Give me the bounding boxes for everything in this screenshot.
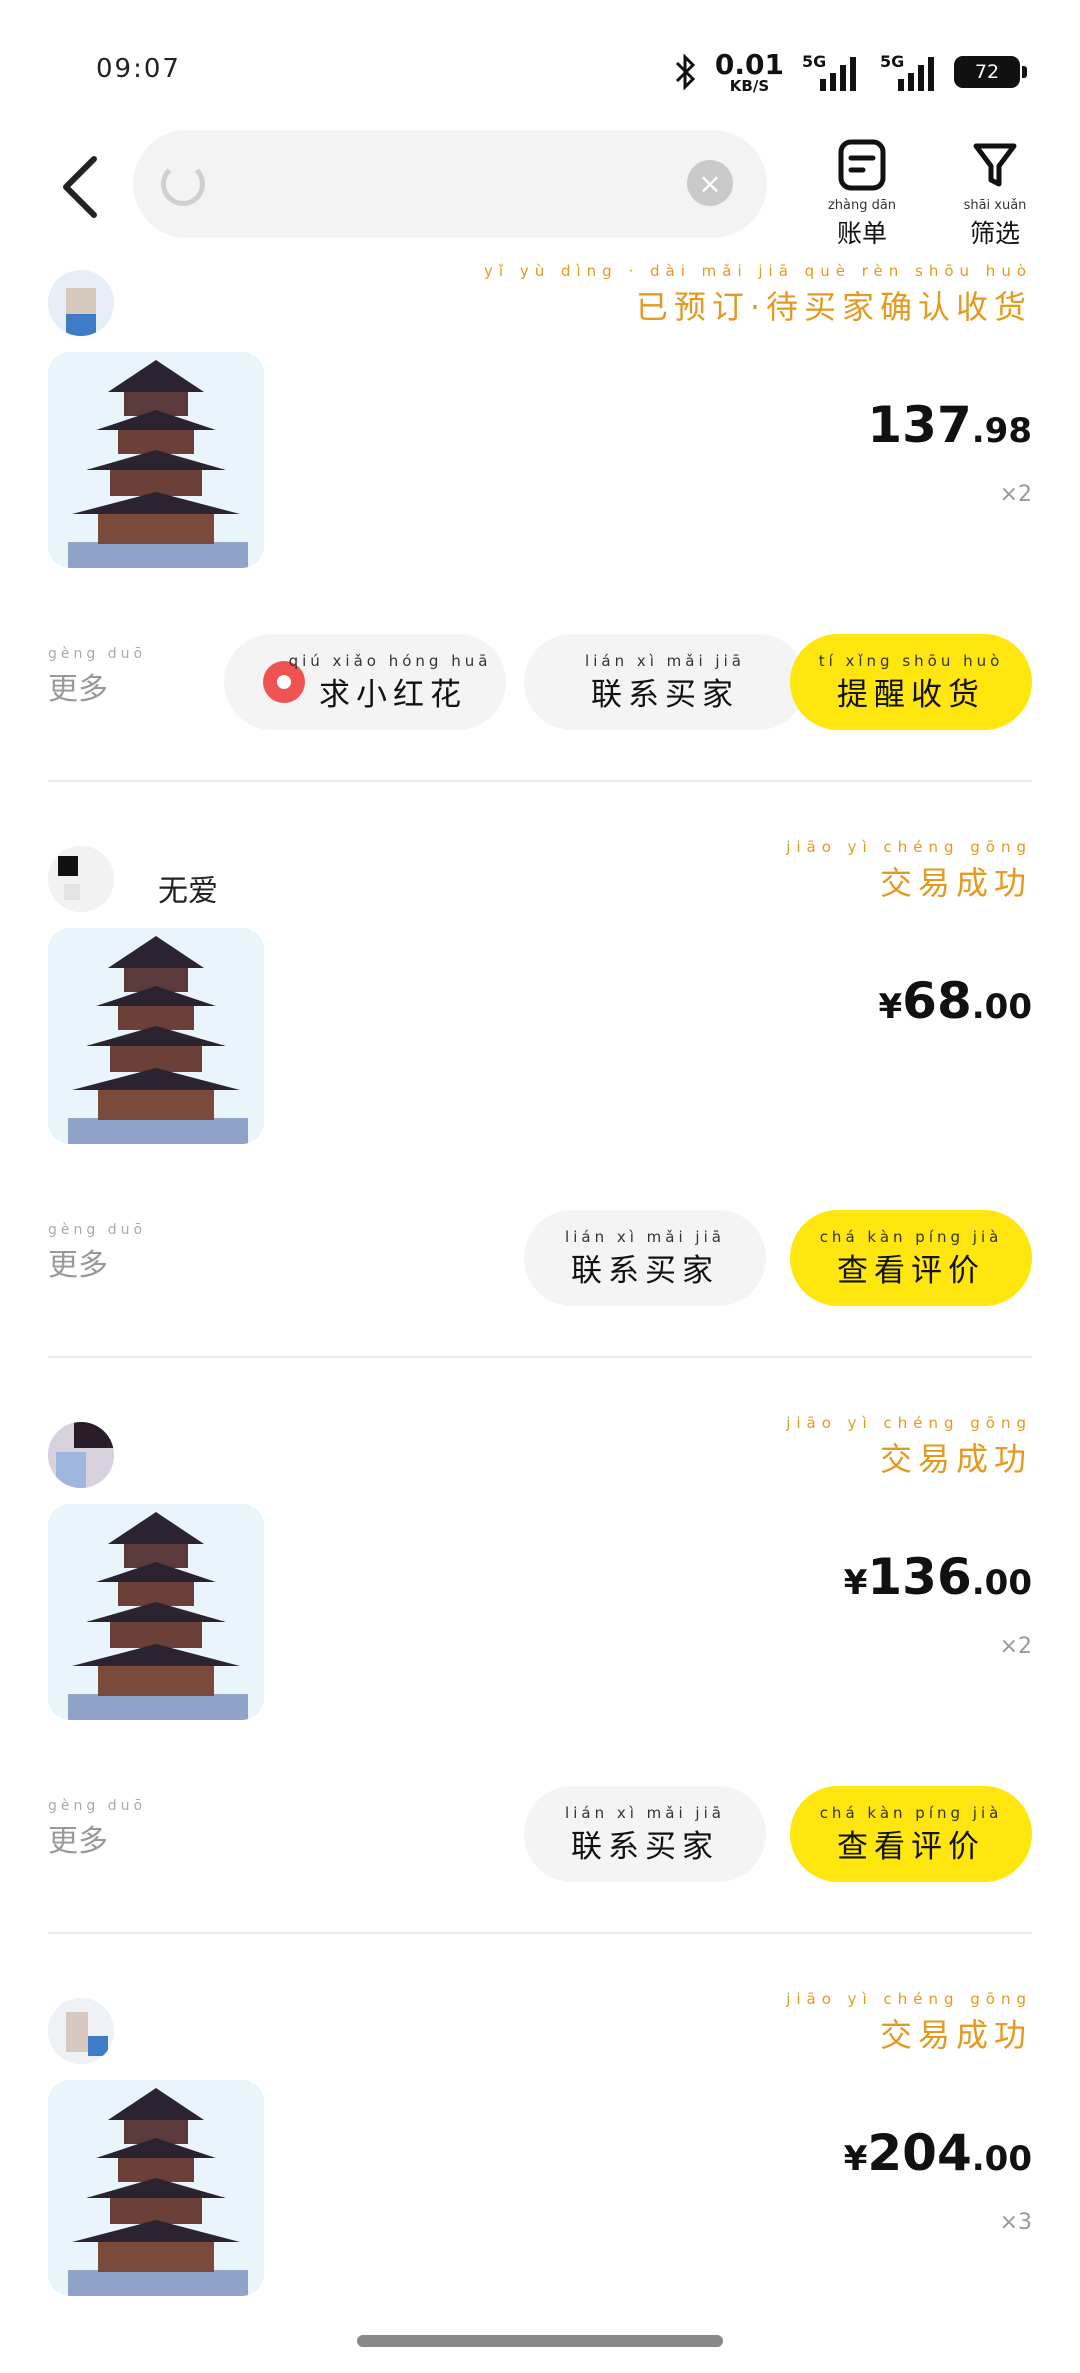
chevron-left-icon: [63, 156, 97, 218]
order-card[interactable]: jiāo yì chéng gōng 交易成功 ¥136.00 ×2 gèng …: [48, 1414, 1032, 1934]
order-card[interactable]: yǐ yù dìng · dài mǎi jiā què rèn shōu hu…: [48, 262, 1032, 782]
pagoda-image: [48, 2080, 264, 2296]
avatar[interactable]: [48, 846, 114, 912]
status-icons: 0.01 KB/S 5G 5G 72: [673, 47, 1027, 96]
divider: [48, 780, 1032, 782]
avatar[interactable]: [48, 1422, 114, 1488]
top-bar: × zhàng dān 账单 shāi xuǎn 筛选: [0, 130, 1080, 250]
status-pinyin: jiāo yì chéng gōng: [786, 838, 1032, 856]
loading-spinner-icon: [161, 162, 205, 206]
contact-buyer-button[interactable]: lián xì mǎi jiā 联系买家: [524, 1210, 766, 1306]
back-button[interactable]: [50, 152, 110, 222]
product-row[interactable]: ¥136.00 ×2: [48, 1504, 1032, 1724]
filter-button[interactable]: shāi xuǎn 筛选: [950, 132, 1040, 250]
close-icon: ×: [698, 166, 722, 200]
product-row[interactable]: ¥204.00 ×3: [48, 2080, 1032, 2300]
divider: [48, 1932, 1032, 1934]
quantity: ×2: [999, 482, 1032, 507]
clock: 09:07: [96, 54, 181, 84]
order-status: 交易成功: [879, 2016, 1032, 2054]
avatar[interactable]: [48, 270, 114, 336]
status-bar: 09:07 0.01 KB/S 5G 5G 72: [0, 0, 1080, 130]
signal-5g-icon: 5G: [802, 52, 856, 91]
filter-icon: [973, 143, 1017, 187]
product-thumbnail[interactable]: [48, 1504, 264, 1720]
view-review-button[interactable]: chá kàn píng jià 查看评价: [790, 1210, 1032, 1306]
bluetooth-icon: [675, 53, 696, 91]
svg-text:5G: 5G: [802, 52, 826, 71]
signal-5g-icon: 5G: [880, 52, 934, 91]
seller-name[interactable]: 无爱: [158, 866, 218, 910]
ask-red-flower-button[interactable]: qiú xiǎo hóng huā 求小红花: [224, 634, 506, 730]
svg-text:5G: 5G: [880, 52, 904, 71]
more-button[interactable]: gèng duō 更多: [48, 1798, 146, 1860]
status-pinyin: jiāo yì chéng gōng: [786, 1414, 1032, 1432]
price: ¥68.00: [878, 972, 1033, 1030]
product-thumbnail[interactable]: [48, 928, 264, 1144]
order-status: 已预订·待买家确认收货: [635, 288, 1032, 326]
order-actions: gèng duō 更多 lián xì mǎi jiā 联系买家 chá kàn …: [48, 1764, 1032, 1884]
clear-search-button[interactable]: ×: [687, 160, 733, 206]
product-row[interactable]: 137.98 ×2: [48, 352, 1032, 572]
contact-buyer-button[interactable]: lián xì mǎi jiā 联系买家: [524, 1786, 766, 1882]
price: 137.98: [867, 396, 1032, 454]
bill-icon: [838, 139, 886, 191]
divider: [48, 1356, 1032, 1358]
order-actions: gèng duō 更多 qiú xiǎo hóng huā 求小红花 lián x…: [48, 612, 1032, 732]
more-button[interactable]: gèng duō 更多: [48, 1222, 146, 1284]
status-pinyin: yǐ yù dìng · dài mǎi jiā què rèn shōu hu…: [484, 262, 1032, 280]
price: ¥204.00: [843, 2124, 1032, 2182]
product-thumbnail[interactable]: [48, 352, 264, 568]
order-card[interactable]: jiāo yì chéng gōng 交易成功 ¥204.00 ×3: [48, 1990, 1032, 2330]
search-input[interactable]: ×: [133, 130, 767, 238]
pagoda-image: [48, 928, 264, 1144]
home-indicator[interactable]: [357, 2335, 723, 2347]
filter-label: 筛选: [969, 219, 1020, 248]
pagoda-image: [48, 1504, 264, 1720]
quantity: ×2: [999, 1634, 1032, 1659]
status-pinyin: jiāo yì chéng gōng: [786, 1990, 1032, 2008]
bill-button[interactable]: zhàng dān 账单: [817, 132, 907, 250]
order-card[interactable]: 无爱 jiāo yì chéng gōng 交易成功 ¥68.00 gèng d…: [48, 838, 1032, 1358]
remind-receipt-button[interactable]: tí xǐng shōu huò 提醒收货: [790, 634, 1032, 730]
bill-label: 账单: [836, 219, 887, 248]
battery-icon: 72: [954, 56, 1027, 88]
avatar[interactable]: [48, 1998, 114, 2064]
view-review-button[interactable]: chá kàn píng jià 查看评价: [790, 1786, 1032, 1882]
order-actions: gèng duō 更多 lián xì mǎi jiā 联系买家 chá kàn …: [48, 1188, 1032, 1308]
product-row[interactable]: ¥68.00: [48, 928, 1032, 1148]
more-button[interactable]: gèng duō 更多: [48, 646, 146, 708]
order-status: 交易成功: [879, 864, 1032, 902]
pagoda-image: [48, 352, 264, 568]
price: ¥136.00: [843, 1548, 1032, 1606]
contact-buyer-button[interactable]: lián xì mǎi jiā 联系买家: [524, 634, 806, 730]
network-speed: 0.01 KB/S: [714, 47, 784, 95]
order-status: 交易成功: [879, 1440, 1032, 1478]
quantity: ×3: [999, 2210, 1032, 2235]
product-thumbnail[interactable]: [48, 2080, 264, 2296]
